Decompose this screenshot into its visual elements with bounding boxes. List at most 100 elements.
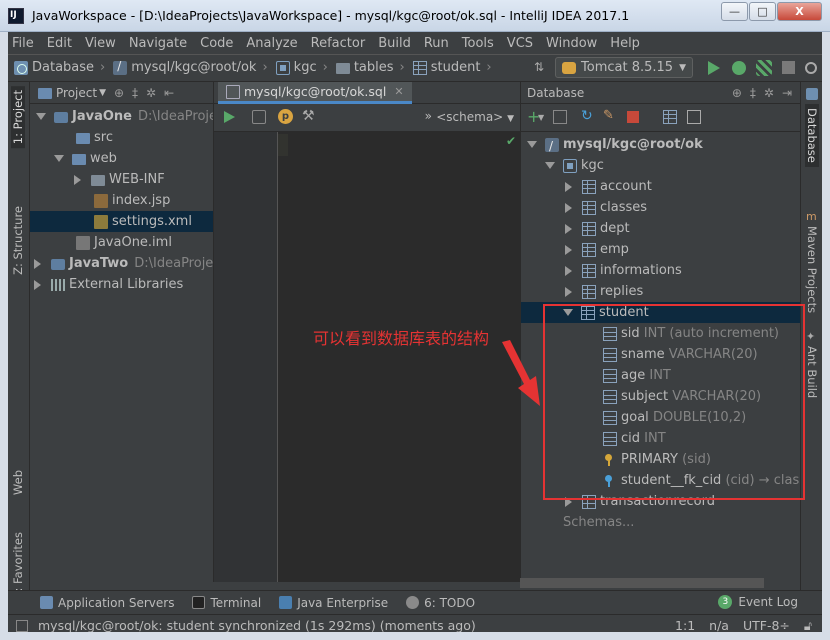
stop-icon[interactable] — [782, 61, 795, 74]
sort-icon[interactable]: ⇅ — [534, 60, 550, 76]
tool-application-servers[interactable]: Application Servers — [40, 596, 174, 610]
servers-icon — [40, 596, 53, 609]
menu-run[interactable]: Run — [424, 36, 449, 51]
menu-edit[interactable]: Edit — [47, 36, 72, 51]
copy-icon[interactable] — [553, 110, 567, 124]
collapse-icon[interactable]: ‡ — [132, 86, 138, 100]
tab-project[interactable]: 1: Project — [11, 86, 25, 149]
sync-icon[interactable]: ⊕ — [732, 86, 742, 100]
menu-navigate[interactable]: Navigate — [129, 36, 187, 51]
breadcrumb-database[interactable]: Database › — [14, 60, 105, 75]
tree-node-external-libraries[interactable]: External Libraries — [30, 274, 213, 295]
menu-build[interactable]: Build — [378, 36, 411, 51]
run-config-label: Tomcat 8.5.15 — [581, 60, 674, 75]
breadcrumb-schema[interactable]: kgc › — [275, 60, 328, 75]
menu-tools[interactable]: Tools — [462, 36, 494, 51]
tree-node-table[interactable]: dept — [521, 218, 800, 239]
editor-gutter — [214, 132, 278, 582]
table-icon — [582, 179, 596, 194]
annotation-highlight-box — [543, 304, 805, 500]
tab-database[interactable]: Database — [805, 104, 819, 167]
hide-icon[interactable]: ⇤ — [164, 86, 174, 100]
maximize-button[interactable]: □ — [749, 2, 776, 21]
tool-todo[interactable]: 6: TODO — [406, 596, 475, 610]
tree-node-table[interactable]: informations — [521, 260, 800, 281]
sync-icon[interactable]: ⊕ — [114, 86, 124, 100]
coverage-icon[interactable] — [756, 59, 772, 76]
tab-favorites[interactable]: 2: Favorites — [11, 532, 25, 599]
schema-select[interactable]: <schema> ▼ — [436, 110, 514, 124]
more-actions-chevron[interactable]: » — [425, 109, 432, 123]
tree-node-connection[interactable]: mysql/kgc@root/ok — [521, 134, 800, 157]
library-icon — [51, 278, 65, 291]
tab-ant-build[interactable]: Ant Build — [805, 346, 819, 398]
window-title: JavaWorkspace - [D:\IdeaProjects\JavaWor… — [32, 8, 630, 23]
event-log[interactable]: 3 Event Log — [718, 595, 798, 609]
tree-node-schema-kgc[interactable]: kgc — [521, 155, 800, 176]
tree-node-table[interactable]: emp — [521, 239, 800, 260]
stop-icon[interactable] — [627, 111, 639, 123]
menu-view[interactable]: View — [85, 36, 116, 51]
breadcrumb-label: Database — [32, 60, 95, 75]
tree-node-javaone-iml[interactable]: JavaOne.iml — [30, 232, 213, 253]
tree-node-src[interactable]: src — [30, 127, 213, 148]
tree-node-table[interactable]: replies — [521, 281, 800, 302]
horizontal-scrollbar[interactable] — [520, 578, 764, 588]
tree-node-javatwo[interactable]: JavaTwoD:\IdeaProjects — [30, 253, 213, 274]
refresh-icon[interactable]: ↻ — [581, 108, 595, 124]
minimize-button[interactable]: — — [721, 2, 748, 21]
menu-refactor[interactable]: Refactor — [311, 36, 366, 51]
sql-file-icon — [226, 84, 240, 99]
tree-node-table[interactable]: classes — [521, 197, 800, 218]
editor-tab-ok-sql[interactable]: mysql/kgc@root/ok.sql ✕ — [218, 82, 412, 104]
properties-icon[interactable]: ✎ — [603, 108, 617, 123]
tab-maven-projects[interactable]: Maven Projects — [805, 226, 819, 313]
run-icon[interactable] — [708, 60, 720, 75]
breadcrumb-student[interactable]: student › — [412, 60, 492, 75]
explain-plan-icon[interactable] — [252, 110, 266, 124]
run-config-select[interactable]: Tomcat 8.5.15 ▼ — [555, 57, 693, 78]
caret-position[interactable]: 1:1 — [675, 618, 695, 632]
database-toolbar: + ▼ ↻ ✎ — [521, 104, 800, 132]
close-icon[interactable]: ✕ — [394, 85, 403, 98]
parameters-icon[interactable]: p — [278, 109, 293, 124]
schemas-link[interactable]: Schemas... — [521, 512, 800, 533]
menu-file[interactable]: File — [12, 36, 34, 51]
menu-window[interactable]: Window — [546, 36, 597, 51]
tree-node-settings-xml[interactable]: settings.xml — [30, 211, 213, 232]
breadcrumb-tables[interactable]: tables › — [335, 60, 405, 75]
gear-icon[interactable]: ✲ — [146, 86, 156, 100]
debug-icon[interactable] — [732, 60, 746, 75]
table-editor-icon[interactable] — [663, 110, 677, 124]
status-layout-icon[interactable] — [16, 620, 28, 632]
chevron-down-icon[interactable]: ▼ — [538, 113, 552, 127]
tab-web[interactable]: Web — [11, 470, 25, 495]
hide-icon[interactable]: ⇥ — [782, 86, 792, 100]
tree-node-index-jsp[interactable]: index.jsp — [30, 190, 213, 211]
line-separator[interactable]: n/a — [709, 618, 729, 632]
tool-terminal[interactable]: Terminal — [192, 596, 261, 610]
menu-analyze[interactable]: Analyze — [246, 36, 297, 51]
tool-java-enterprise[interactable]: Java Enterprise — [279, 596, 388, 610]
status-bar: mysql/kgc@root/ok: student synchronized … — [8, 614, 822, 632]
schema-icon — [275, 60, 290, 75]
gear-icon[interactable]: ✲ — [764, 86, 774, 100]
panel-title[interactable]: Project — [56, 86, 97, 100]
tab-structure[interactable]: Z: Structure — [11, 206, 25, 275]
collapse-icon[interactable]: ‡ — [750, 86, 756, 100]
menu-code[interactable]: Code — [200, 36, 233, 51]
tree-node-web-inf[interactable]: WEB-INF — [30, 169, 213, 190]
tree-node-javaone[interactable]: JavaOneD:\IdeaProjects — [30, 106, 213, 127]
tree-node-table[interactable]: account — [521, 176, 800, 197]
tree-node-web[interactable]: web — [30, 148, 213, 169]
menu-vcs[interactable]: VCS — [507, 36, 533, 51]
execute-icon[interactable] — [224, 111, 235, 123]
menu-help[interactable]: Help — [610, 36, 640, 51]
lock-icon[interactable]: 🔓︎ — [804, 618, 812, 632]
file-encoding[interactable]: UTF-8÷ — [743, 618, 790, 632]
close-button[interactable]: X — [777, 2, 822, 21]
search-icon[interactable] — [805, 61, 817, 74]
breadcrumb-connection[interactable]: mysql/kgc@root/ok› — [113, 59, 268, 75]
console-icon[interactable] — [687, 110, 701, 124]
settings-wrench-icon[interactable]: ⚒ — [302, 108, 315, 124]
